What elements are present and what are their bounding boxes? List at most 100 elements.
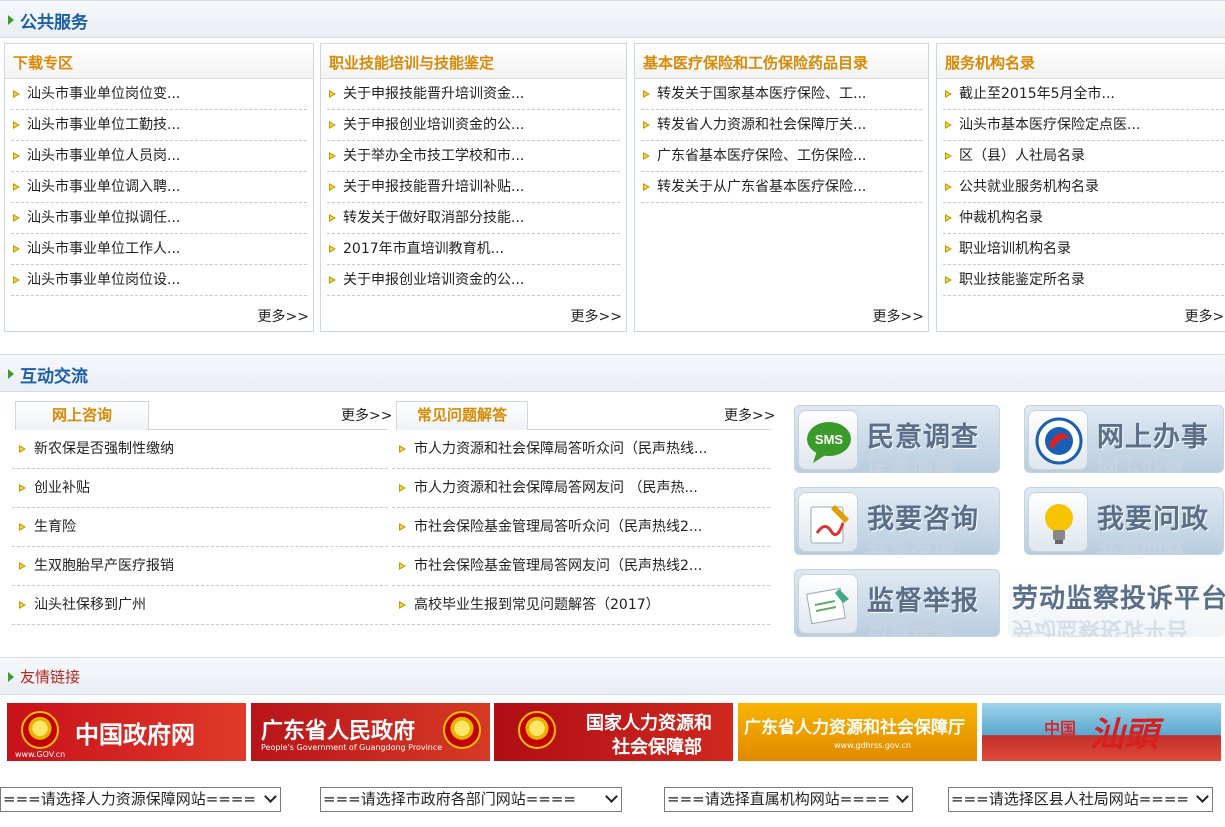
arrow-icon	[329, 183, 338, 192]
box-title[interactable]: 下载专区	[5, 44, 313, 79]
section-title: 友情链接	[20, 668, 81, 686]
report-button[interactable]: 监督举报 监督举报	[794, 569, 1000, 637]
online-service-button[interactable]: 网上办事 网上办事	[1024, 405, 1224, 473]
gdhrss-banner[interactable]: 广东省人力资源和社会保障厅 www.gdhrss.gov.cn	[738, 703, 977, 761]
hr-site-select[interactable]: ===请选择人力资源保障网站====	[0, 787, 281, 812]
list-item[interactable]: 转发关于从广东省基本医疗保险...	[641, 172, 922, 203]
section-title: 公共服务	[20, 13, 88, 33]
arrow-icon	[945, 245, 954, 254]
petition-button[interactable]: 我要问政 我要问政	[1024, 487, 1224, 555]
arrow-icon	[399, 523, 408, 532]
arrow-icon	[329, 245, 338, 254]
list-item[interactable]: 汕头市事业单位人员岗...	[11, 141, 307, 172]
arrow-icon	[945, 121, 954, 130]
list-item[interactable]: 新农保是否强制性缴纳	[12, 430, 388, 469]
consult-button[interactable]: 我要咨询 我要咨询	[794, 487, 1000, 555]
box-title[interactable]: 服务机构名录	[937, 44, 1225, 79]
mohrss-banner[interactable]: 国家人力资源和 社会保障部	[494, 703, 733, 761]
box-title[interactable]: 职业技能培训与技能鉴定	[321, 44, 626, 79]
list-item[interactable]: 关于申报技能晋升培训补贴...	[327, 172, 620, 203]
chevron-down-icon	[1196, 790, 1209, 803]
document-icon	[798, 574, 858, 634]
list-item[interactable]: 汕头市基本医疗保险定点医...	[943, 110, 1224, 141]
list-item[interactable]: 市社会保险基金管理局答网友问（民声热线2...	[392, 547, 770, 586]
list-item[interactable]: 2017年市直培训教育机...	[327, 234, 620, 265]
box-downloads: 下载专区 汕头市事业单位岗位变... 汕头市事业单位工勤技... 汕头市事业单位…	[4, 43, 314, 332]
list-item[interactable]: 仲裁机构名录	[943, 203, 1224, 234]
list-item[interactable]: 职业技能鉴定所名录	[943, 265, 1224, 296]
city-dept-select[interactable]: ===请选择市政府各部门网站====	[320, 787, 622, 812]
more-link[interactable]: 更多>>	[873, 306, 924, 326]
list-item[interactable]: 生育险	[12, 508, 388, 547]
list-item[interactable]: 市人力资源和社会保障局答网友问 （民声热...	[392, 469, 770, 508]
gov-cn-banner[interactable]: 中国政府网 www.GOV.cn	[7, 703, 246, 761]
more-link[interactable]: 更多>>	[1185, 306, 1225, 326]
section-title: 互动交流	[20, 367, 88, 387]
list-item[interactable]: 区（县）人社局名录	[943, 141, 1224, 172]
more-link[interactable]: 更多>>	[724, 405, 775, 425]
arrow-icon	[945, 276, 954, 285]
more-link[interactable]: 更多>>	[341, 405, 392, 425]
national-emblem-icon	[443, 711, 481, 749]
arrow-icon	[13, 276, 22, 285]
list-item[interactable]: 汕头市事业单位岗位设...	[11, 265, 307, 296]
more-link[interactable]: 更多>>	[258, 306, 309, 326]
arrow-icon	[13, 214, 22, 223]
district-hr-select[interactable]: ===请选择区县人社局网站====	[948, 787, 1213, 812]
arrow-icon	[643, 121, 652, 130]
list-item[interactable]: 市人力资源和社会保障局答听众问（民声热线...	[392, 430, 770, 469]
arrow-icon	[945, 90, 954, 99]
list-item[interactable]: 汕头市事业单位工作人...	[11, 234, 307, 265]
arrow-icon	[329, 90, 338, 99]
list-item[interactable]: 职业培训机构名录	[943, 234, 1224, 265]
emblem-icon	[1028, 410, 1088, 470]
button-label: 网上办事	[1097, 422, 1209, 453]
list-item[interactable]: 创业补贴	[12, 469, 388, 508]
more-link[interactable]: 更多>>	[571, 306, 622, 326]
public-service-header: 公共服务	[0, 0, 1225, 38]
arrow-icon	[945, 214, 954, 223]
list-item[interactable]: 关于举办全市技工学校和市...	[327, 141, 620, 172]
list-item[interactable]: 汕头市事业单位调入聘...	[11, 172, 307, 203]
list-item[interactable]: 转发关于国家基本医疗保险、工...	[641, 79, 922, 110]
pen-icon	[798, 492, 858, 552]
tab-faq[interactable]: 常见问题解答	[396, 401, 528, 430]
labor-complaint-button[interactable]: 劳动监察投诉平台 劳动监察投诉平台	[1008, 569, 1225, 637]
list-item[interactable]: 高校毕业生报到常见问题解答（2017）	[392, 586, 770, 625]
guangdong-gov-banner[interactable]: 广东省人民政府 People's Government of Guangdong…	[251, 703, 490, 761]
list-item[interactable]: 汕头市事业单位拟调任...	[11, 203, 307, 234]
list-item[interactable]: 转发省人力资源和社会保障厅关...	[641, 110, 922, 141]
list-item[interactable]: 汕头市事业单位岗位变...	[11, 79, 307, 110]
list-item[interactable]: 生双胞胎早产医疗报销	[12, 547, 388, 586]
button-label: 我要咨询	[867, 504, 979, 535]
arrow-icon	[643, 90, 652, 99]
list-item[interactable]: 汕头社保移到广州	[12, 586, 388, 625]
list-item[interactable]: 截止至2015年5月全市...	[943, 79, 1224, 110]
survey-button[interactable]: SMS 民意调查 民意调查	[794, 405, 1000, 473]
list-item[interactable]: 关于申报技能晋升培训资金...	[327, 79, 620, 110]
list-item[interactable]: 汕头市事业单位工勤技...	[11, 110, 307, 141]
arrow-icon	[329, 121, 338, 130]
list-item[interactable]: 公共就业服务机构名录	[943, 172, 1224, 203]
direct-agency-select[interactable]: ===请选择直属机构网站====	[664, 787, 913, 812]
list-item[interactable]: 关于申报创业培训资金的公...	[327, 265, 620, 296]
list-item[interactable]: 关于申报创业培训资金的公...	[327, 110, 620, 141]
sms-icon: SMS	[798, 410, 858, 470]
arrow-icon	[19, 523, 28, 532]
arrow-icon	[19, 484, 28, 493]
tab-online-consult[interactable]: 网上咨询	[15, 401, 149, 430]
box-drug-catalog: 基本医疗保险和工伤保险药品目录 转发关于国家基本医疗保险、工... 转发省人力资…	[634, 43, 929, 332]
arrow-icon	[329, 152, 338, 161]
arrow-icon	[13, 121, 22, 130]
arrow-icon	[643, 183, 652, 192]
shantou-banner[interactable]: 中国 汕頭	[982, 703, 1221, 761]
button-reflection: 劳动监察投诉平台	[1012, 616, 1189, 637]
interaction-header: 互动交流	[0, 354, 1225, 392]
list-item[interactable]: 市社会保险基金管理局答听众问（民声热线2...	[392, 508, 770, 547]
list-item[interactable]: 广东省基本医疗保险、工伤保险...	[641, 141, 922, 172]
consult-list: 新农保是否强制性缴纳 创业补贴 生育险 生双胞胎早产医疗报销 汕头社保移到广州	[12, 430, 388, 625]
button-reflection: 民意调查	[867, 453, 956, 473]
button-reflection: 我要咨询	[867, 535, 956, 555]
box-title[interactable]: 基本医疗保险和工伤保险药品目录	[635, 44, 928, 79]
list-item[interactable]: 转发关于做好取消部分技能...	[327, 203, 620, 234]
